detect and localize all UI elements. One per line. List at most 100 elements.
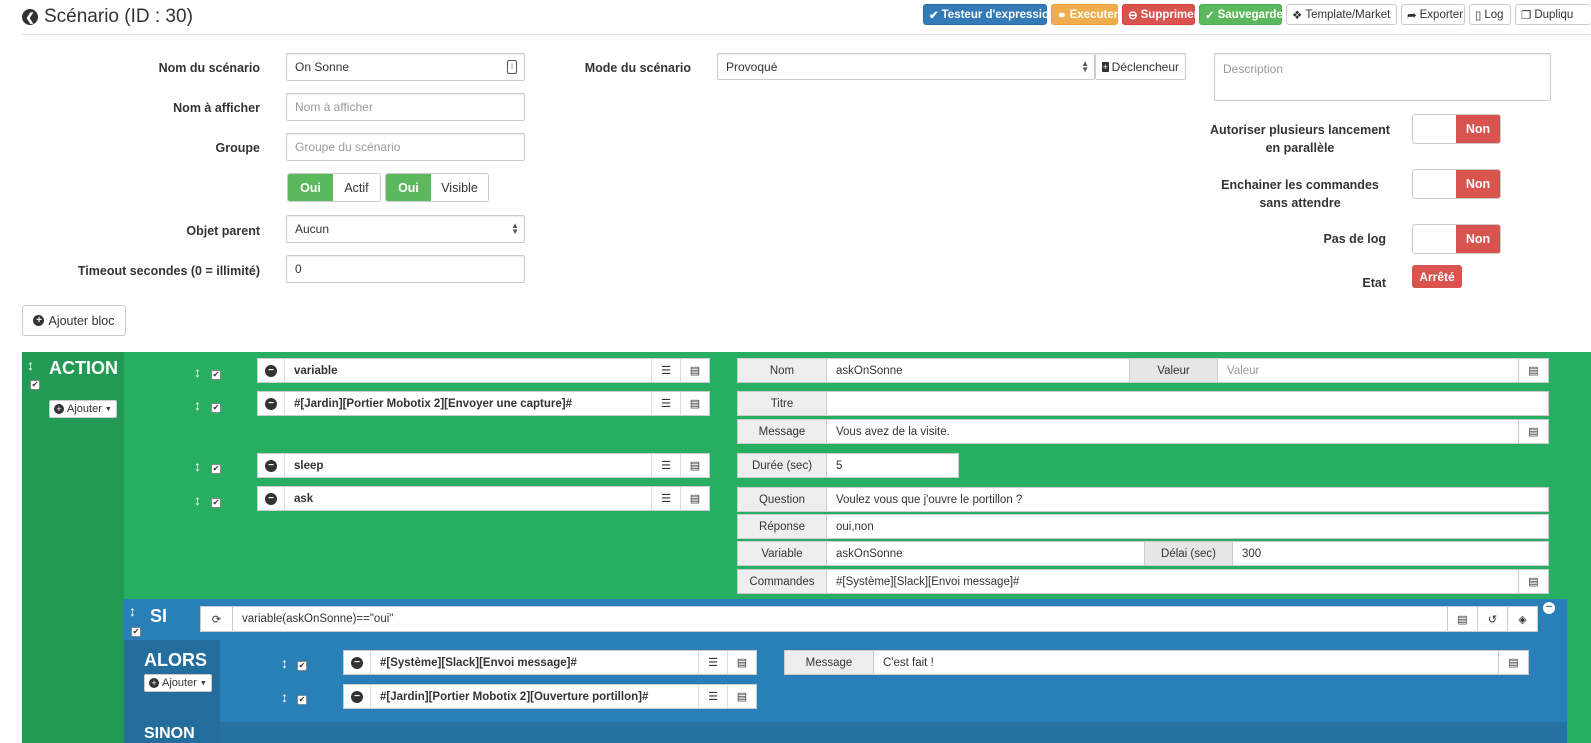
response-input[interactable]: oui,non bbox=[827, 515, 1548, 538]
duplicate-button[interactable]: ❐ Dupliqu bbox=[1515, 4, 1591, 25]
list-icon[interactable]: ▤ bbox=[1447, 607, 1477, 631]
list-icon[interactable]: ☰ bbox=[651, 487, 680, 510]
cmd-picker-icon[interactable]: ▤ bbox=[727, 651, 756, 674]
move-icon[interactable]: ↕ bbox=[194, 459, 201, 473]
add-alors-dropdown[interactable]: + Ajouter ▼ bbox=[144, 674, 212, 692]
commands-input[interactable]: #[Système][Slack][Envoi message]# bbox=[827, 570, 1518, 593]
cmd-picker-icon[interactable]: ▤ bbox=[680, 454, 709, 477]
move-icon[interactable]: ↕ bbox=[281, 690, 288, 704]
move-icon[interactable]: ↕ bbox=[281, 656, 288, 670]
action-row[interactable]: − sleep ☰ ▤ bbox=[257, 453, 710, 478]
remove-icon[interactable]: − bbox=[258, 454, 285, 477]
duration-input[interactable]: 5 bbox=[827, 454, 958, 477]
display-name-input[interactable]: Nom à afficher bbox=[286, 93, 525, 121]
cmd-picker-icon[interactable]: ▤ bbox=[680, 487, 709, 510]
timeout-input[interactable]: 0 bbox=[286, 255, 525, 283]
add-block-button[interactable]: + Ajouter bloc bbox=[22, 305, 126, 336]
state-label: Etat bbox=[1362, 276, 1386, 290]
list-icon[interactable]: ☰ bbox=[651, 454, 680, 477]
parallel-switch[interactable]: Non bbox=[1412, 114, 1501, 144]
list-icon[interactable]: ☰ bbox=[651, 359, 680, 382]
move-icon[interactable]: ↕ bbox=[27, 358, 34, 372]
list-icon[interactable]: ☰ bbox=[651, 392, 680, 415]
description-textarea[interactable]: Description bbox=[1214, 53, 1551, 101]
list-icon[interactable]: ☰ bbox=[698, 651, 727, 674]
remove-icon[interactable]: − bbox=[258, 487, 285, 510]
variable-value-input[interactable]: Valeur bbox=[1218, 359, 1518, 382]
move-icon[interactable]: ↕ bbox=[194, 493, 201, 507]
ask-variable-field: Variable askOnSonne Délai (sec) 300 bbox=[737, 541, 1549, 566]
question-input[interactable]: Voulez vous que j'ouvre le portillon ? bbox=[827, 488, 1548, 511]
log-button[interactable]: ▯ Log bbox=[1469, 4, 1511, 25]
condition-field: ⟳ variable(askOnSonne)=="oui" ▤ ↺ ◈ bbox=[200, 606, 1538, 632]
active-label[interactable]: Actif bbox=[333, 174, 380, 201]
action-row[interactable]: − ask ☰ ▤ bbox=[257, 486, 710, 511]
alors-action-row[interactable]: − #[Système][Slack][Envoi message]# ☰ ▤ bbox=[343, 650, 757, 675]
cmd-picker-icon[interactable]: ▤ bbox=[680, 392, 709, 415]
refresh-icon[interactable]: ⟳ bbox=[201, 607, 233, 631]
remove-block-icon[interactable]: − bbox=[1543, 602, 1555, 614]
mode-select[interactable]: Provoqué ▲ ▼ bbox=[717, 53, 1095, 80]
remove-icon[interactable]: − bbox=[258, 359, 285, 382]
caret-down-icon: ▼ bbox=[199, 679, 207, 687]
list-icon[interactable]: ☰ bbox=[698, 685, 727, 708]
condition-input[interactable]: variable(askOnSonne)=="oui" bbox=[233, 607, 1447, 631]
enable-checkbox[interactable]: ✔ bbox=[211, 498, 221, 508]
back-icon[interactable]: ❮ bbox=[22, 9, 38, 25]
title-input[interactable] bbox=[827, 392, 1548, 415]
execute-button[interactable]: ⚭ Executer bbox=[1051, 4, 1118, 25]
scenario-name-input[interactable]: On Sonne ⁝ bbox=[286, 53, 525, 81]
list-icon[interactable]: ▤ bbox=[1498, 651, 1528, 674]
visible-on[interactable]: Oui bbox=[386, 174, 431, 201]
active-toggle[interactable]: Oui Actif bbox=[287, 173, 381, 202]
message-input[interactable]: Vous avez de la visite. bbox=[827, 420, 1518, 443]
enable-checkbox[interactable]: ✔ bbox=[297, 695, 307, 705]
alors-action-row[interactable]: − #[Jardin][Portier Mobotix 2][Ouverture… bbox=[343, 684, 757, 709]
no-log-switch[interactable]: Non bbox=[1412, 224, 1501, 254]
ask-variable-input[interactable]: askOnSonne bbox=[827, 542, 1144, 565]
active-on[interactable]: Oui bbox=[288, 174, 333, 201]
history-icon[interactable]: ↺ bbox=[1477, 607, 1507, 631]
action-row[interactable]: − #[Jardin][Portier Mobotix 2][Envoyer u… bbox=[257, 391, 710, 416]
chain-commands-switch[interactable]: Non bbox=[1412, 169, 1501, 199]
export-button[interactable]: ➦ Exporter bbox=[1401, 4, 1465, 25]
enable-checkbox[interactable]: ✔ bbox=[131, 627, 141, 637]
list-icon[interactable]: ▤ bbox=[1518, 420, 1548, 443]
action-row[interactable]: − variable ☰ ▤ bbox=[257, 358, 710, 383]
enable-checkbox[interactable]: ✔ bbox=[211, 370, 221, 380]
variable-name-input[interactable]: askOnSonne bbox=[827, 359, 1129, 382]
expression-tester-button[interactable]: ✔ Testeur d'expression bbox=[923, 4, 1056, 25]
move-icon[interactable]: ↕ bbox=[194, 398, 201, 412]
enable-checkbox[interactable]: ✔ bbox=[211, 403, 221, 413]
cmd-picker-icon[interactable]: ▤ bbox=[727, 685, 756, 708]
list-icon[interactable]: ▤ bbox=[1518, 570, 1548, 593]
enable-checkbox[interactable]: ✔ bbox=[297, 661, 307, 671]
remove-icon[interactable]: − bbox=[344, 651, 371, 674]
group-input[interactable]: Groupe du scénario bbox=[286, 133, 525, 161]
cmd-picker-icon[interactable]: ▤ bbox=[680, 359, 709, 382]
remove-icon[interactable]: − bbox=[258, 392, 285, 415]
header-divider bbox=[22, 34, 1591, 35]
move-icon[interactable]: ↕ bbox=[194, 365, 201, 379]
link-icon: ⚭ bbox=[1057, 9, 1067, 22]
trigger-button[interactable]: + Déclencheur bbox=[1095, 53, 1186, 80]
plus-circle-icon: + bbox=[54, 404, 64, 414]
cube-icon[interactable]: ◈ bbox=[1507, 607, 1537, 631]
parent-object-select[interactable]: Aucun ▲ ▼ bbox=[286, 215, 525, 243]
delay-input[interactable]: 300 bbox=[1233, 542, 1548, 565]
remove-icon[interactable]: − bbox=[344, 685, 371, 708]
list-icon[interactable]: ▤ bbox=[1518, 359, 1548, 382]
enable-checkbox[interactable]: ✔ bbox=[30, 380, 40, 390]
add-action-dropdown[interactable]: + Ajouter ▼ bbox=[49, 400, 117, 418]
alors-message-input[interactable]: C'est fait ! bbox=[874, 651, 1498, 674]
move-icon[interactable]: ↕ bbox=[129, 604, 136, 618]
display-name-label: Nom à afficher bbox=[173, 101, 260, 115]
save-button[interactable]: ✓ Sauvegarder bbox=[1199, 4, 1287, 25]
template-market-button[interactable]: ❖ Template/Market bbox=[1286, 4, 1397, 25]
text-icon: ⁝ bbox=[507, 60, 517, 74]
visible-toggle[interactable]: Oui Visible bbox=[385, 173, 489, 202]
visible-label[interactable]: Visible bbox=[431, 174, 488, 201]
page-title: ❮ Scénario (ID : 30) bbox=[22, 6, 193, 28]
delete-button[interactable]: ⊖ Supprimer bbox=[1122, 4, 1198, 25]
enable-checkbox[interactable]: ✔ bbox=[211, 464, 221, 474]
